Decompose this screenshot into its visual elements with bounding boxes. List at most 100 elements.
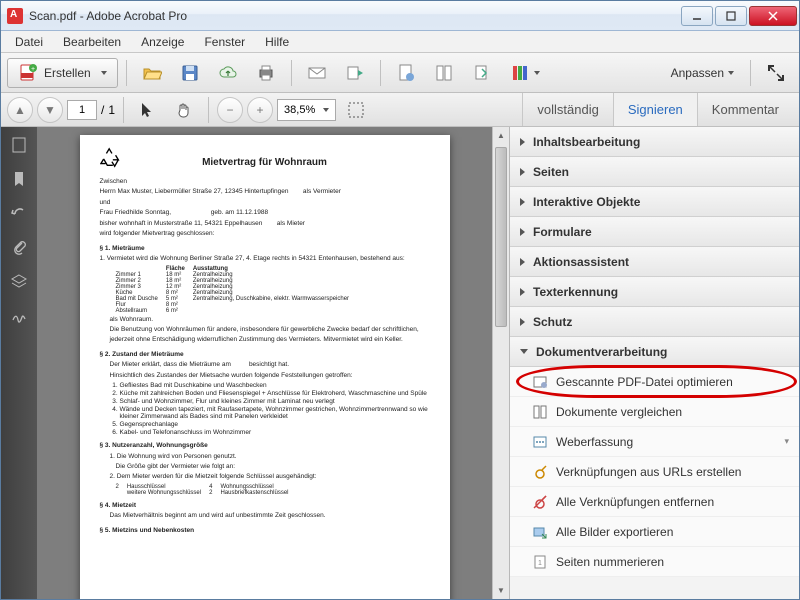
toolbar-btn-b[interactable] <box>427 58 461 88</box>
envelope-icon <box>307 63 327 83</box>
marquee-icon <box>347 101 365 119</box>
panel-section-0[interactable]: Inhaltsbearbeitung <box>510 127 799 157</box>
disclosure-triangle-icon <box>520 318 525 326</box>
svg-text:1: 1 <box>538 560 542 567</box>
layers-icon[interactable] <box>9 271 29 291</box>
open-button[interactable] <box>135 58 169 88</box>
page-total: 1 <box>108 103 115 117</box>
window-maximize-button[interactable] <box>715 6 747 26</box>
panel-item-6[interactable]: 1Seiten nummerieren <box>510 547 799 577</box>
share-button[interactable] <box>338 58 372 88</box>
undo-icon[interactable] <box>9 203 29 223</box>
chevron-down-icon <box>534 71 540 75</box>
menu-file[interactable]: Datei <box>5 32 53 52</box>
tools-panel: InhaltsbearbeitungSeitenInteraktive Obje… <box>509 127 799 599</box>
create-pdf-icon: + <box>18 63 38 83</box>
menu-view[interactable]: Anzeige <box>131 32 194 52</box>
zoom-value: 38,5% <box>284 104 315 116</box>
tab-full[interactable]: vollständig <box>522 93 612 126</box>
chevron-down-icon <box>728 71 734 75</box>
customize-button[interactable]: Anpassen <box>663 66 742 80</box>
disclosure-triangle-icon <box>520 198 525 206</box>
disclosure-triangle-icon <box>520 258 525 266</box>
left-nav-rail <box>1 127 37 599</box>
select-tool-button[interactable] <box>132 95 164 125</box>
window-close-button[interactable] <box>749 6 797 26</box>
customize-label: Anpassen <box>671 66 724 80</box>
window-titlebar: Scan.pdf - Adobe Acrobat Pro <box>1 1 799 31</box>
menu-edit[interactable]: Bearbeiten <box>53 32 131 52</box>
panel-item-icon: 1 <box>532 554 548 570</box>
panel-item-1[interactable]: Dokumente vergleichen <box>510 397 799 427</box>
disclosure-triangle-icon <box>520 349 528 354</box>
panel-item-0[interactable]: Gescannte PDF-Datei optimieren <box>510 367 799 397</box>
nav-toolbar: ▲ ▼ / 1 − + 38,5% vollständig Signieren … <box>1 93 799 127</box>
panel-section-7[interactable]: Dokumentverarbeitung <box>510 337 799 367</box>
panel-item-icon <box>532 404 548 420</box>
save-button[interactable] <box>173 58 207 88</box>
page-down-button[interactable]: ▼ <box>37 97 63 123</box>
color-icon <box>510 63 530 83</box>
hand-icon <box>175 101 193 119</box>
rooms-table: FlächeAusstattungZimmer 118 m²Zentralhei… <box>116 266 358 314</box>
disclosure-triangle-icon <box>520 228 525 236</box>
toolbar-btn-a[interactable] <box>389 58 423 88</box>
toolbar-btn-c[interactable] <box>465 58 499 88</box>
page-icon <box>396 63 416 83</box>
menu-bar: Datei Bearbeiten Anzeige Fenster Hilfe <box>1 31 799 53</box>
tab-sign[interactable]: Signieren <box>613 93 697 126</box>
tab-comment[interactable]: Kommentar <box>697 93 793 126</box>
main-toolbar: + Erstellen Anpassen <box>1 53 799 93</box>
panel-item-icon <box>532 524 548 540</box>
panel-item-4[interactable]: Alle Verknüpfungen entfernen <box>510 487 799 517</box>
chevron-down-icon: ▾ <box>784 436 789 447</box>
panel-item-5[interactable]: Alle Bilder exportieren <box>510 517 799 547</box>
panel-item-3[interactable]: Verknüpfungen aus URLs erstellen <box>510 457 799 487</box>
chevron-down-icon <box>323 108 329 112</box>
menu-window[interactable]: Fenster <box>194 32 255 52</box>
panel-section-5[interactable]: Texterkennung <box>510 277 799 307</box>
toolbar-btn-d[interactable] <box>503 58 547 88</box>
panel-item-icon <box>532 494 548 510</box>
thumbnails-icon[interactable] <box>9 135 29 155</box>
panel-section-1[interactable]: Seiten <box>510 157 799 187</box>
bookmarks-icon[interactable] <box>9 169 29 189</box>
fullscreen-button[interactable] <box>759 58 793 88</box>
cloud-button[interactable] <box>211 58 245 88</box>
signatures-icon[interactable] <box>9 305 29 325</box>
disclosure-triangle-icon <box>520 288 525 296</box>
zoom-select[interactable]: 38,5% <box>277 99 336 121</box>
page-sep: / <box>101 103 104 117</box>
panel-section-3[interactable]: Formulare <box>510 217 799 247</box>
panel-item-icon <box>532 374 548 390</box>
menu-help[interactable]: Hilfe <box>255 32 299 52</box>
page-up-button[interactable]: ▲ <box>7 97 33 123</box>
doc-title: Mietvertrag für Wohnraum <box>100 157 430 168</box>
marquee-zoom-button[interactable] <box>340 95 372 125</box>
export-icon <box>472 63 492 83</box>
create-button[interactable]: + Erstellen <box>7 58 118 88</box>
disclosure-triangle-icon <box>520 168 525 176</box>
email-button[interactable] <box>300 58 334 88</box>
panel-section-2[interactable]: Interaktive Objekte <box>510 187 799 217</box>
window-minimize-button[interactable] <box>681 6 713 26</box>
zoom-in-button[interactable]: + <box>247 97 273 123</box>
expand-icon <box>766 63 786 83</box>
recycle-icon <box>100 147 122 169</box>
panel-section-6[interactable]: Schutz <box>510 307 799 337</box>
hand-tool-button[interactable] <box>168 95 200 125</box>
folder-open-icon <box>142 63 162 83</box>
create-button-label: Erstellen <box>44 66 91 80</box>
window-title: Scan.pdf - Adobe Acrobat Pro <box>29 9 679 23</box>
page-number-input[interactable] <box>67 100 97 120</box>
zoom-out-button[interactable]: − <box>217 97 243 123</box>
attachments-icon[interactable] <box>9 237 29 257</box>
pdf-page: Mietvertrag für Wohnraum Zwischen Herrn … <box>80 135 450 599</box>
doc-scrollbar[interactable]: ▲▼ <box>492 127 509 599</box>
panel-section-4[interactable]: Aktionsassistent <box>510 247 799 277</box>
panel-item-2[interactable]: Weberfassung▾ <box>510 427 799 457</box>
print-button[interactable] <box>249 58 283 88</box>
share-icon <box>345 63 365 83</box>
chevron-down-icon <box>101 71 107 75</box>
document-viewport[interactable]: Mietvertrag für Wohnraum Zwischen Herrn … <box>37 127 492 599</box>
